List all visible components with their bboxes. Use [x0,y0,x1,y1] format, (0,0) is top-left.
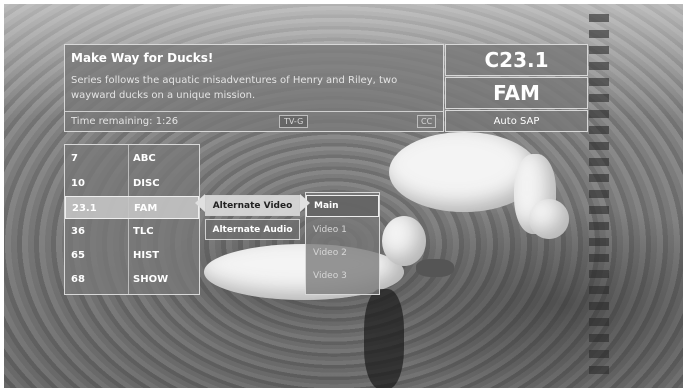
channel-row[interactable]: 36 TLC [65,220,199,243]
duck-head-image [382,216,426,266]
channel-row-name: ABC [133,153,156,164]
channel-row-number: 36 [71,226,85,237]
channel-row-name: FAM [134,203,158,214]
program-description: Series follows the aquatic misadventures… [71,75,398,101]
video-option-3[interactable]: Video 3 [306,265,379,287]
channel-row-name: SHOW [133,274,169,285]
channel-row-number: 10 [71,178,85,189]
video-option-2[interactable]: Video 2 [306,242,379,264]
water-reflection [364,289,404,388]
video-option-1[interactable]: Video 1 [306,219,379,241]
channel-number: C23.1 [445,44,588,76]
channel-row[interactable]: 10 DISC [65,172,199,195]
channel-row-name: HIST [133,250,160,261]
channel-row-number: 7 [71,153,78,164]
alternate-video-option[interactable]: Alternate Video [205,195,300,216]
audio-mode: Auto SAP [445,110,588,132]
rating-badge: TV-G [279,115,309,128]
channel-row[interactable]: 65 HIST [65,244,199,267]
channel-info-box: C23.1 FAM Auto SAP [445,44,588,132]
duck-bill-image [416,259,454,277]
options-menu: Alternate Video Alternate Audio [205,192,300,240]
duck-head-image [529,199,569,239]
channel-row-number: 68 [71,274,85,285]
program-title: Make Way for Ducks! [71,51,214,65]
video-options-list: Main Video 1 Video 2 Video 3 [305,192,380,295]
menu-left-arrow-icon [195,194,205,212]
channel-row[interactable]: 68 SHOW [65,268,199,291]
program-info-banner: Make Way for Ducks! Series follows the a… [64,44,444,132]
water-reflection [589,14,609,374]
channel-network: FAM [445,77,588,109]
alternate-audio-option[interactable]: Alternate Audio [205,219,300,240]
video-option-main[interactable]: Main [306,195,379,217]
closed-caption-icon: CC [417,115,437,128]
menu-right-arrow-icon [300,194,310,212]
banner-divider [65,111,443,112]
channel-row-number: 23.1 [72,203,97,214]
channel-row-name: TLC [133,226,154,237]
channel-list: 7 ABC 10 DISC 23.1 FAM 36 TLC 65 HIST 68… [64,144,200,295]
channel-row-selected[interactable]: 23.1 FAM [65,196,199,219]
channel-row-name: DISC [133,178,160,189]
channel-row[interactable]: 7 ABC [65,147,199,170]
time-remaining: Time remaining: 1:26 [71,116,179,127]
channel-row-number: 65 [71,250,85,261]
